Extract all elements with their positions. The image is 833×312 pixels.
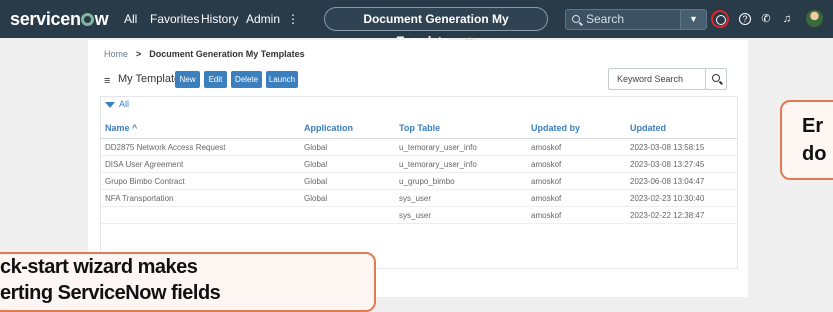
filter-funnel-icon[interactable] xyxy=(105,102,115,108)
table-row[interactable]: sys_user amoskof 2023-02-22 12:38:47 xyxy=(101,207,737,224)
callout-wizard-line-1: ck-start wizard makes xyxy=(0,256,198,278)
table-row[interactable]: DISA User Agreement Global u_temorary_us… xyxy=(101,156,737,173)
breadcrumb-current: Document Generation My Templates xyxy=(149,49,305,59)
cell-updated-by: amoskof xyxy=(531,194,562,203)
cell-top-table: u_temorary_user_info xyxy=(399,160,477,169)
cell-top-table: sys_user xyxy=(399,211,432,220)
search-placeholder: Search xyxy=(586,12,625,26)
cell-updated: 2023-02-23 10:30:40 xyxy=(630,194,705,203)
callout-right-line-2: do xyxy=(802,143,827,165)
column-header-name[interactable]: Name ^ xyxy=(105,123,137,133)
templates-table: All Name ^ Application Top Table Updated… xyxy=(100,96,738,269)
cell-updated-by: amoskof xyxy=(531,211,562,220)
search-icon xyxy=(572,15,580,23)
table-header: Name ^ Application Top Table Updated by … xyxy=(101,117,737,139)
nav-more-icon[interactable]: ⋮ xyxy=(287,12,299,26)
cell-updated: 2023-06-08 13:04:47 xyxy=(630,177,705,186)
list-menu-icon[interactable]: ≡ xyxy=(104,75,110,87)
new-button[interactable]: New xyxy=(175,71,200,88)
search-icon xyxy=(712,74,720,82)
bell-icon[interactable]: ♫ xyxy=(780,12,794,26)
filter-breadcrumb[interactable]: All xyxy=(105,99,129,109)
cell-updated-by: amoskof xyxy=(531,143,562,152)
search-scope-dropdown[interactable]: ▼ xyxy=(680,10,706,29)
cell-top-table: u_grupo_bimbo xyxy=(399,177,455,186)
nav-history[interactable]: History xyxy=(201,12,238,26)
phone-icon[interactable]: ✆ xyxy=(759,12,773,26)
nav-admin[interactable]: Admin xyxy=(246,12,280,26)
callout-wizard-line-2: erting ServiceNow fields xyxy=(0,282,221,304)
cell-top-table: sys_user xyxy=(399,194,432,203)
servicenow-logo[interactable]: servicen w xyxy=(10,9,109,30)
nav-favorites[interactable]: Favorites xyxy=(150,12,199,26)
column-header-updated-by[interactable]: Updated by xyxy=(531,123,580,133)
keyword-search-input[interactable]: Keyword Search xyxy=(608,68,706,90)
document-title-pill[interactable]: Document Generation My Template...☆ xyxy=(324,7,548,48)
cell-application: Global xyxy=(304,143,328,152)
breadcrumb-home[interactable]: Home xyxy=(104,49,128,59)
cell-application: Global xyxy=(304,194,328,203)
breadcrumb: Home > Document Generation My Templates xyxy=(104,49,305,59)
launch-button[interactable]: Launch xyxy=(266,71,298,88)
cell-name[interactable]: Grupo Bimbo Contract xyxy=(105,177,185,186)
column-header-top-table[interactable]: Top Table xyxy=(399,123,440,133)
callout-right-line-1: Er xyxy=(802,115,824,137)
cell-updated-by: amoskof xyxy=(531,177,562,186)
edit-button[interactable]: Edit xyxy=(204,71,227,88)
globe-icon[interactable] xyxy=(711,10,729,28)
column-header-updated[interactable]: Updated xyxy=(630,123,666,133)
cell-name[interactable]: DD2875 Network Access Request xyxy=(105,143,226,152)
column-header-application[interactable]: Application xyxy=(304,123,353,133)
top-nav: servicen w All Favorites History Admin ⋮ … xyxy=(0,0,833,48)
cell-updated: 2023-03-08 13:27:45 xyxy=(630,160,705,169)
breadcrumb-separator: > xyxy=(136,49,142,59)
cell-updated-by: amoskof xyxy=(531,160,562,169)
filter-label[interactable]: All xyxy=(119,99,129,109)
table-row[interactable]: NFA Transportation Global sys_user amosk… xyxy=(101,190,737,207)
keyword-search-button[interactable] xyxy=(705,68,727,90)
cell-name[interactable]: NFA Transportation xyxy=(105,194,173,203)
callout-right-text: Er do xyxy=(802,112,826,168)
delete-button[interactable]: Delete xyxy=(231,71,262,88)
cell-application: Global xyxy=(304,160,328,169)
table-row[interactable]: Grupo Bimbo Contract Global u_grupo_bimb… xyxy=(101,173,737,190)
logo-o-icon xyxy=(81,13,95,26)
cell-updated: 2023-02-22 12:38:47 xyxy=(630,211,705,220)
list-toolbar: ≡ My Templates New Edit Delete Launch Ke… xyxy=(88,66,748,96)
cell-top-table: u_temorary_user_info xyxy=(399,143,477,152)
avatar[interactable] xyxy=(806,10,823,27)
table-row[interactable]: DD2875 Network Access Request Global u_t… xyxy=(101,139,737,156)
callout-wizard-text: ck-start wizard makes erting ServiceNow … xyxy=(0,254,221,306)
cell-updated: 2023-03-08 13:58:15 xyxy=(630,143,705,152)
cell-name[interactable]: DISA User Agreement xyxy=(105,160,183,169)
help-icon[interactable]: ? xyxy=(739,13,751,25)
nav-all[interactable]: All xyxy=(124,12,137,26)
cell-application: Global xyxy=(304,177,328,186)
